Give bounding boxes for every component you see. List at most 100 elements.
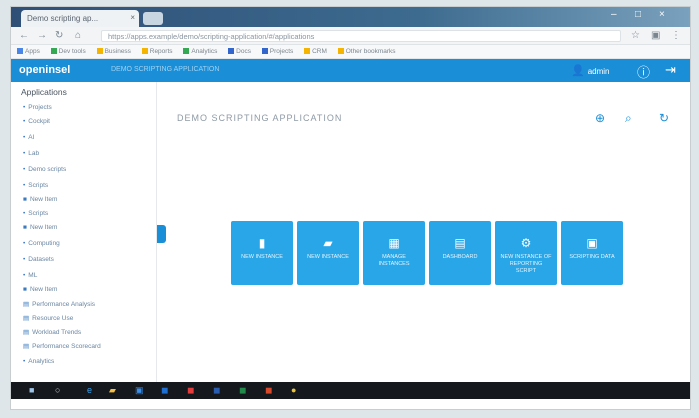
chrome-icon[interactable]: ● [291,385,296,395]
browser-tab[interactable]: Demo scripting ap... × [21,10,139,27]
new-tab-button[interactable] [143,12,163,25]
sidebar-subitem[interactable]: ▤ Workload Trends [23,328,81,336]
bookmark-item[interactable]: Dev tools [50,48,86,55]
bookmark-icon [96,48,103,54]
bookmark-icon [17,48,23,54]
logout-icon[interactable]: ⇥ [665,62,676,78]
gear-icon: ⚙ [520,236,532,250]
bookmark-icon [304,48,311,54]
folder-icon[interactable]: ▰ [109,385,116,396]
sidebar-subitem[interactable]: ■ New Item [23,224,57,231]
tile-label: SCRIPTING DATA [569,254,615,260]
bookmark-item[interactable]: Analytics [183,48,217,55]
word-icon[interactable]: ◼ [213,385,220,396]
url-input[interactable]: https://apps.example/demo/scripting-appl… [101,30,621,42]
tile-dashboard[interactable]: ▤ DASHBOARD [429,221,491,285]
bookmark-icon [261,48,268,54]
user-menu[interactable]: 👤 admin [571,64,610,77]
maximize-window-button[interactable]: □ [635,9,641,20]
refresh-icon[interactable]: ↻ [659,111,669,125]
close-window-button[interactable]: × [659,9,665,20]
sidebar-collapse-handle[interactable] [157,225,166,243]
bookmark-icon [141,48,148,54]
tile-reporting-script[interactable]: ⚙ NEW INSTANCE OF REPORTING SCRIPT [495,221,557,285]
sidebar-item[interactable]: • Demo scripts [23,166,66,173]
sidebar-subitem[interactable]: ■ New Item [23,196,57,203]
tile-scripting-data[interactable]: ▣ SCRIPTING DATA [561,221,623,285]
sidebar-item[interactable]: • AI [23,134,34,141]
star-icon[interactable]: ☆ [631,30,640,41]
start-icon[interactable]: ■ [29,385,34,395]
sidebar-subitem[interactable]: ▤ Resource Use [23,314,73,322]
home-icon[interactable]: ⌂ [75,30,81,41]
user-icon: 👤 [571,65,585,77]
screen-frame: Demo scripting ap... × – □ × ← → ↻ ⌂ htt… [10,6,691,410]
folder-icon: ▰ [323,236,333,250]
bookmark-icon [337,48,344,54]
bookmarks-bar: Apps Dev tools Business Reports Analytic… [11,45,690,59]
report-icon: ▤ [454,236,466,250]
sidebar-item[interactable]: • Lab [23,150,39,157]
bookmark-item[interactable]: Other bookmarks [337,48,396,55]
grid-icon: ▦ [388,236,400,250]
tab-title: Demo scripting ap... [27,14,99,23]
bookmark-item[interactable]: Business [96,48,131,55]
sidebar-subitem[interactable]: ▤ Performance Analysis [23,300,95,308]
bookmark-item[interactable]: CRM [304,48,327,55]
tile-new-instance[interactable]: ▮ NEW INSTANCE [231,221,293,285]
sidebar-item[interactable]: • Computing [23,240,60,247]
bookmark-icon [50,48,57,54]
pdf-icon[interactable]: ◼ [187,385,194,396]
powerpoint-icon[interactable]: ◼ [265,385,272,396]
tile-new-instance-2[interactable]: ▰ NEW INSTANCE [297,221,359,285]
browser-tabstrip: Demo scripting ap... × – □ × [11,7,690,27]
excel-icon[interactable]: ◼ [239,385,246,396]
app-header: openinsel DEMO SCRIPTING APPLICATION 👤 ad… [11,59,690,82]
user-name: admin [587,67,610,76]
info-icon[interactable]: ⓘ [637,62,650,81]
sidebar-item[interactable]: • Scripts [23,210,48,217]
forward-icon[interactable]: → [37,30,47,41]
sidebar-subitem[interactable]: ■ New Item [23,286,57,293]
minimize-window-button[interactable]: – [611,9,617,20]
extension-icon[interactable]: ▣ [651,30,660,41]
sidebar-item[interactable]: • ML [23,272,37,279]
bookmark-item[interactable]: Docs [228,48,251,55]
store-icon[interactable]: ▣ [135,385,144,396]
bookmark-item[interactable]: Projects [261,48,293,55]
search-icon[interactable]: ○ [55,385,60,395]
header-breadcrumb: DEMO SCRIPTING APPLICATION [111,66,220,73]
sidebar-item[interactable]: • Projects [23,104,52,111]
tile-label: NEW INSTANCE [241,254,283,260]
sidebar: Applications • Projects • Cockpit • AI • Lab… [11,82,157,382]
calendar-icon: ▣ [586,236,598,250]
tile-label: NEW INSTANCE [307,254,349,260]
add-icon[interactable]: ⊕ [595,111,605,125]
browser-icon[interactable]: e [87,385,92,395]
bookmark-icon [183,48,190,54]
sidebar-item[interactable]: • Datasets [23,256,54,263]
taskbar: ■ ○ e ▰ ▣ ◼ ◼ ◼ ◼ ◼ ● [11,382,690,399]
tile-label: DASHBOARD [442,254,478,260]
sidebar-title: Applications [21,87,67,97]
menu-icon[interactable]: ⋮ [671,30,681,41]
sidebar-item[interactable]: • Analytics [23,358,54,365]
bookmark-icon [228,48,235,54]
page-title: DEMO SCRIPTING APPLICATION [177,113,343,123]
tile-label: NEW INSTANCE OF REPORTING SCRIPT [500,254,552,274]
brand-logo[interactable]: openinsel [19,64,70,76]
close-tab-icon[interactable]: × [130,13,135,22]
sidebar-item[interactable]: • Cockpit [23,118,50,125]
reload-icon[interactable]: ↻ [55,30,63,41]
tile-label: MANAGE INSTANCES [378,254,410,267]
search-icon[interactable]: ⌕ [625,111,632,126]
address-bar: ← → ↻ ⌂ https://apps.example/demo/script… [11,27,690,45]
tile-manage-instances[interactable]: ▦ MANAGE INSTANCES [363,221,425,285]
sidebar-subitem[interactable]: ▤ Performance Scorecard [23,342,101,350]
outlook-icon[interactable]: ◼ [161,385,168,396]
document-icon: ▮ [258,236,266,250]
back-icon[interactable]: ← [19,30,29,41]
bookmark-item[interactable]: Reports [141,48,173,55]
bookmark-item[interactable]: Apps [17,48,40,55]
sidebar-item[interactable]: • Scripts [23,182,48,189]
